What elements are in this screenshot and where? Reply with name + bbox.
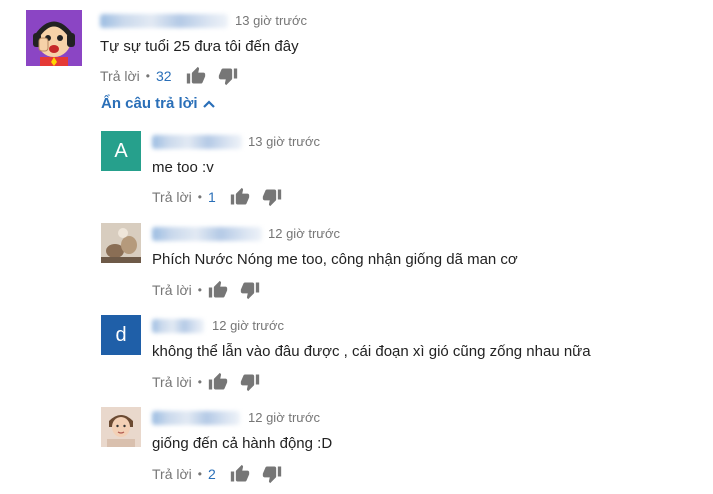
avatar[interactable] [101, 407, 141, 447]
reply-button[interactable]: Trả lời [152, 189, 192, 205]
separator-dot: • [197, 467, 202, 481]
hide-replies-button[interactable]: Ẩn câu trả lời [101, 95, 215, 112]
comment-actions: Trả lời • [152, 372, 260, 392]
comment-text: me too :v [152, 159, 214, 176]
avatar-letter: d [115, 323, 127, 346]
cartoon-avatar-icon [26, 10, 82, 66]
like-button[interactable] [186, 66, 206, 86]
author-name[interactable] [152, 411, 240, 425]
like-button[interactable] [230, 464, 250, 484]
avatar[interactable]: d [101, 315, 141, 355]
dislike-button[interactable] [218, 66, 238, 86]
thumbs-up-icon [208, 280, 228, 298]
avatar[interactable] [26, 10, 82, 66]
comment-text: Phích Nước Nóng me too, công nhận giống … [152, 251, 518, 268]
comment-actions: Trả lời • [152, 280, 260, 300]
avatar[interactable]: A [101, 131, 141, 171]
comment-time[interactable]: 12 giờ trước [248, 410, 320, 425]
chevron-up-icon [202, 99, 215, 108]
thumbs-down-icon [218, 68, 237, 86]
author-name[interactable] [100, 14, 228, 28]
like-count: 2 [207, 466, 216, 482]
author-name[interactable] [152, 135, 242, 149]
like-button[interactable] [230, 187, 250, 207]
thumbs-down-icon [240, 282, 260, 300]
thumbs-up-icon [230, 187, 249, 205]
thumbs-down-icon [262, 189, 281, 207]
reply-button[interactable]: Trả lời [152, 374, 192, 390]
separator-dot: • [197, 283, 202, 297]
avatar-letter: A [114, 139, 128, 162]
comment-text: giống đến cả hành động :D [152, 435, 333, 452]
comment-text: Tự sự tuổi 25 đưa tôi đến đây [100, 38, 299, 55]
thumbs-up-icon [230, 464, 249, 482]
comment-actions: Trả lời • 2 [152, 464, 282, 484]
dislike-button[interactable] [240, 372, 260, 392]
thumbs-up-icon [208, 372, 228, 390]
comment-time[interactable]: 12 giờ trước [212, 318, 284, 333]
comment-actions: Trả lời • 1 [152, 187, 282, 207]
thumbs-up-icon [186, 66, 205, 84]
photo-avatar-icon [101, 407, 141, 447]
dislike-button[interactable] [262, 464, 282, 484]
reply-button[interactable]: Trả lời [100, 68, 140, 84]
like-button[interactable] [208, 372, 228, 392]
author-name[interactable] [152, 319, 204, 333]
dislike-button[interactable] [262, 187, 282, 207]
author-name[interactable] [152, 227, 262, 241]
comment-time[interactable]: 12 giờ trước [268, 226, 340, 241]
hide-replies-label: Ẩn câu trả lời [101, 95, 198, 112]
separator-dot: • [197, 190, 202, 204]
reply-button[interactable]: Trả lời [152, 282, 192, 298]
thumbs-down-icon [240, 374, 260, 392]
like-button[interactable] [208, 280, 228, 300]
like-count: 32 [155, 68, 172, 84]
separator-dot: • [197, 375, 202, 389]
photo-avatar-icon [101, 223, 141, 263]
comment-time[interactable]: 13 giờ trước [248, 134, 320, 149]
comment-text: không thể lẫn vào đâu được , cái đoạn xì… [152, 343, 591, 360]
thumbs-down-icon [262, 466, 281, 484]
like-count: 1 [207, 189, 216, 205]
separator-dot: • [145, 69, 150, 83]
comment-time[interactable]: 13 giờ trước [235, 13, 307, 28]
avatar[interactable] [101, 223, 141, 263]
reply-button[interactable]: Trả lời [152, 466, 192, 482]
comment-actions: Trả lời • 32 [100, 66, 238, 86]
dislike-button[interactable] [240, 280, 260, 300]
